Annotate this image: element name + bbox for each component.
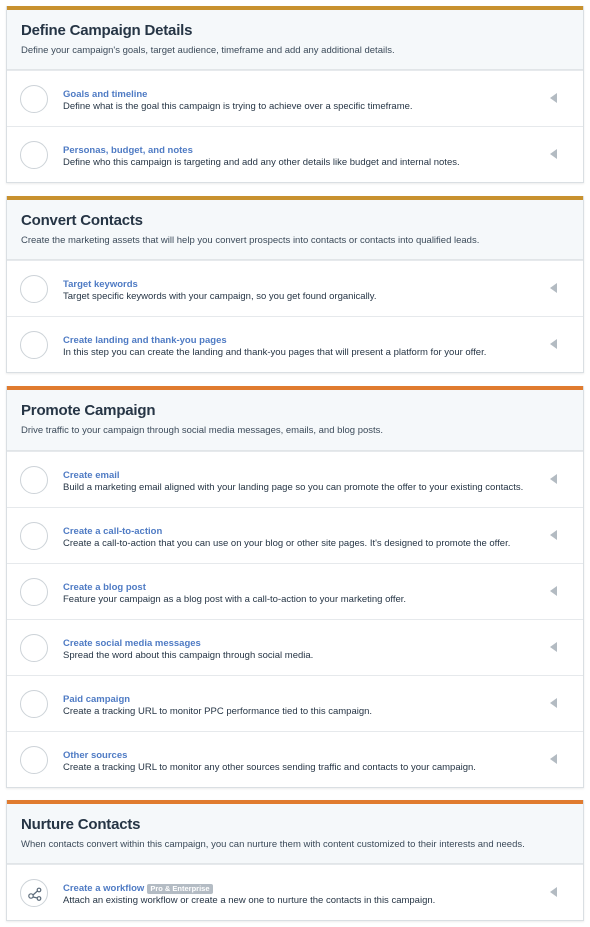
step-description: Create a tracking URL to monitor PPC per… <box>63 706 373 717</box>
caret-left-icon[interactable] <box>550 698 557 708</box>
section-title: Convert Contacts <box>21 212 143 229</box>
step-paid-campaign[interactable]: Paid campaign Create a tracking URL to m… <box>7 675 583 731</box>
caret-left-icon[interactable] <box>550 339 557 349</box>
empty-circle-icon[interactable] <box>20 275 48 303</box>
section-header: Promote Campaign Drive traffic to your c… <box>7 390 583 451</box>
empty-circle-icon[interactable] <box>20 331 48 359</box>
step-description: Build a marketing email aligned with you… <box>63 482 524 493</box>
step-description: Target specific keywords with your campa… <box>63 291 377 302</box>
step-personas-budget-notes[interactable]: Personas, budget, and notes Define who t… <box>7 126 583 182</box>
empty-circle-icon[interactable] <box>20 634 48 662</box>
caret-left-icon[interactable] <box>550 283 557 293</box>
section-header: Nurture Contacts When contacts convert w… <box>7 804 583 864</box>
step-landing-thank-you-pages[interactable]: Create landing and thank-you pages In th… <box>7 316 583 372</box>
section-convert-contacts: Convert Contacts Create the marketing as… <box>6 196 584 373</box>
section-description: Define your campaign's goals, target aud… <box>21 45 395 56</box>
step-title[interactable]: Create email <box>63 470 535 482</box>
step-title[interactable]: Target keywords <box>63 279 535 291</box>
step-goals-and-timeline[interactable]: Goals and timeline Define what is the go… <box>7 70 583 126</box>
step-description: Define what is the goal this campaign is… <box>63 101 413 112</box>
step-title-row: Create a workflow Pro & Enterprise <box>63 883 535 895</box>
step-description: Spread the word about this campaign thro… <box>63 650 314 661</box>
step-title[interactable]: Create a workflow <box>63 883 144 895</box>
caret-left-icon[interactable] <box>550 754 557 764</box>
step-description: Attach an existing workflow or create a … <box>63 895 436 906</box>
section-title: Define Campaign Details <box>21 22 193 39</box>
step-title[interactable]: Create social media messages <box>63 638 535 650</box>
caret-left-icon[interactable] <box>550 474 557 484</box>
caret-left-icon[interactable] <box>550 586 557 596</box>
section-nurture-contacts: Nurture Contacts When contacts convert w… <box>6 800 584 921</box>
step-description: Create a tracking URL to monitor any oth… <box>63 762 476 773</box>
workflow-icon[interactable] <box>20 879 48 907</box>
empty-circle-icon[interactable] <box>20 578 48 606</box>
step-description: Feature your campaign as a blog post wit… <box>63 594 407 605</box>
section-header: Define Campaign Details Define your camp… <box>7 10 583 70</box>
step-create-email[interactable]: Create email Build a marketing email ali… <box>7 451 583 507</box>
step-create-social-media-messages[interactable]: Create social media messages Spread the … <box>7 619 583 675</box>
empty-circle-icon[interactable] <box>20 466 48 494</box>
empty-circle-icon[interactable] <box>20 141 48 169</box>
caret-left-icon[interactable] <box>550 149 557 159</box>
empty-circle-icon[interactable] <box>20 746 48 774</box>
empty-circle-icon[interactable] <box>20 690 48 718</box>
step-create-blog-post[interactable]: Create a blog post Feature your campaign… <box>7 563 583 619</box>
step-create-call-to-action[interactable]: Create a call-to-action Create a call-to… <box>7 507 583 563</box>
section-header: Convert Contacts Create the marketing as… <box>7 200 583 260</box>
step-title[interactable]: Personas, budget, and notes <box>63 145 535 157</box>
section-promote-campaign: Promote Campaign Drive traffic to your c… <box>6 386 584 788</box>
step-description: Create a call-to-action that you can use… <box>63 538 511 549</box>
section-description: Drive traffic to your campaign through s… <box>21 425 384 436</box>
campaign-checklist: Define Campaign Details Define your camp… <box>0 0 590 927</box>
section-define-campaign-details: Define Campaign Details Define your camp… <box>6 6 584 183</box>
step-description: Define who this campaign is targeting an… <box>63 157 460 168</box>
step-title[interactable]: Create a call-to-action <box>63 526 535 538</box>
step-other-sources[interactable]: Other sources Create a tracking URL to m… <box>7 731 583 787</box>
section-title: Promote Campaign <box>21 402 156 419</box>
step-title[interactable]: Goals and timeline <box>63 89 535 101</box>
step-target-keywords[interactable]: Target keywords Target specific keywords… <box>7 260 583 316</box>
caret-left-icon[interactable] <box>550 642 557 652</box>
empty-circle-icon[interactable] <box>20 85 48 113</box>
step-create-workflow[interactable]: Create a workflow Pro & Enterprise Attac… <box>7 864 583 920</box>
section-description: When contacts convert within this campai… <box>21 839 525 850</box>
section-title: Nurture Contacts <box>21 816 141 833</box>
empty-circle-icon[interactable] <box>20 522 48 550</box>
step-description: In this step you can create the landing … <box>63 347 487 358</box>
pro-enterprise-badge: Pro & Enterprise <box>147 884 213 894</box>
caret-left-icon[interactable] <box>550 93 557 103</box>
step-title[interactable]: Paid campaign <box>63 694 535 706</box>
section-description: Create the marketing assets that will he… <box>21 235 480 246</box>
caret-left-icon[interactable] <box>550 530 557 540</box>
step-title[interactable]: Other sources <box>63 750 535 762</box>
caret-left-icon[interactable] <box>550 887 557 897</box>
step-title[interactable]: Create a blog post <box>63 582 535 594</box>
step-title[interactable]: Create landing and thank-you pages <box>63 335 535 347</box>
